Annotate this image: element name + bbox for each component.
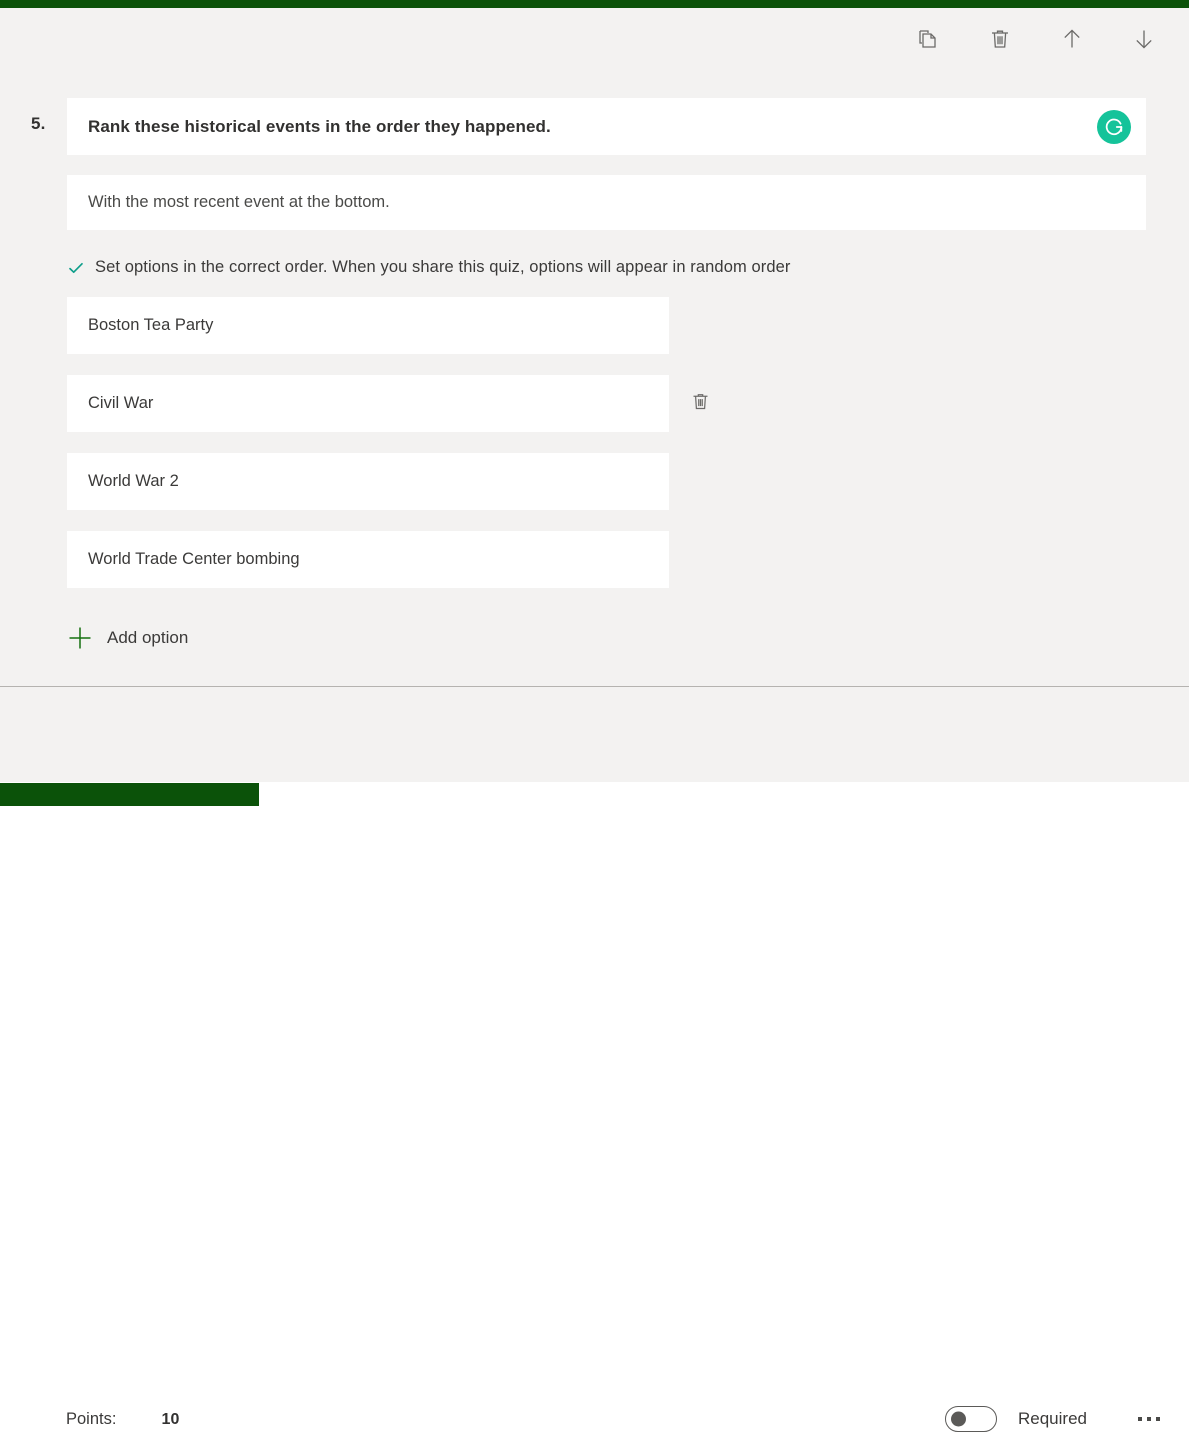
option-text: Civil War xyxy=(88,394,154,412)
required-label: Required xyxy=(1018,1409,1087,1428)
trash-icon xyxy=(690,391,711,415)
question-title-field[interactable]: Rank these historical events in the orde… xyxy=(67,98,1146,155)
copy-question-button[interactable] xyxy=(911,22,945,56)
question-title-text: Rank these historical events in the orde… xyxy=(88,116,551,136)
ellipsis-icon xyxy=(1156,1417,1160,1421)
bottom-accent-bar xyxy=(0,783,259,806)
list-item: Civil War xyxy=(67,375,767,432)
required-toggle[interactable] xyxy=(945,1406,997,1432)
required-group: Required xyxy=(945,1402,1166,1436)
ordering-hint: Set options in the correct order. When y… xyxy=(67,258,791,277)
arrow-down-icon xyxy=(1131,26,1157,52)
question-subtitle-field[interactable]: With the most recent event at the bottom… xyxy=(67,175,1146,230)
question-footer: Points: Required xyxy=(0,687,1189,1442)
option-field-2[interactable]: Civil War xyxy=(67,375,669,432)
points-group: Points: xyxy=(66,1397,208,1442)
points-label: Points: xyxy=(66,1410,117,1428)
add-option-button[interactable]: Add option xyxy=(66,624,188,652)
ellipsis-icon xyxy=(1138,1417,1142,1421)
trash-icon xyxy=(988,27,1012,51)
plus-icon xyxy=(66,624,94,652)
delete-question-button[interactable] xyxy=(983,22,1017,56)
move-question-down-button[interactable] xyxy=(1127,22,1161,56)
add-option-label: Add option xyxy=(107,628,189,647)
forms-question-editor: 5. Rank these historical events in the o… xyxy=(0,0,1189,1442)
list-item: World War 2 xyxy=(67,453,767,510)
copy-icon xyxy=(916,27,940,51)
option-text: Boston Tea Party xyxy=(88,316,214,334)
option-text: World War 2 xyxy=(88,472,179,490)
options-list: Boston Tea Party Civil War World War 2 W… xyxy=(67,297,767,609)
list-item: World Trade Center bombing xyxy=(67,531,767,588)
arrow-up-icon xyxy=(1059,26,1085,52)
question-card: 5. Rank these historical events in the o… xyxy=(0,8,1189,686)
option-field-4[interactable]: World Trade Center bombing xyxy=(67,531,669,588)
question-toolbar xyxy=(911,22,1161,56)
more-options-button[interactable] xyxy=(1132,1402,1166,1436)
question-number: 5. xyxy=(31,114,46,133)
question-subtitle-text: With the most recent event at the bottom… xyxy=(88,193,390,211)
delete-option-button[interactable] xyxy=(684,387,716,419)
option-field-3[interactable]: World War 2 xyxy=(67,453,669,510)
toggle-knob xyxy=(951,1411,966,1427)
ordering-hint-text: Set options in the correct order. When y… xyxy=(95,258,791,276)
option-field-1[interactable]: Boston Tea Party xyxy=(67,297,669,354)
option-text: World Trade Center bombing xyxy=(88,550,300,568)
check-icon xyxy=(67,259,85,277)
points-input[interactable] xyxy=(133,1397,208,1442)
top-accent-bar xyxy=(0,0,1189,8)
list-item: Boston Tea Party xyxy=(67,297,767,354)
ellipsis-icon xyxy=(1147,1417,1151,1421)
grammarly-icon[interactable] xyxy=(1097,109,1131,144)
move-question-up-button[interactable] xyxy=(1055,22,1089,56)
